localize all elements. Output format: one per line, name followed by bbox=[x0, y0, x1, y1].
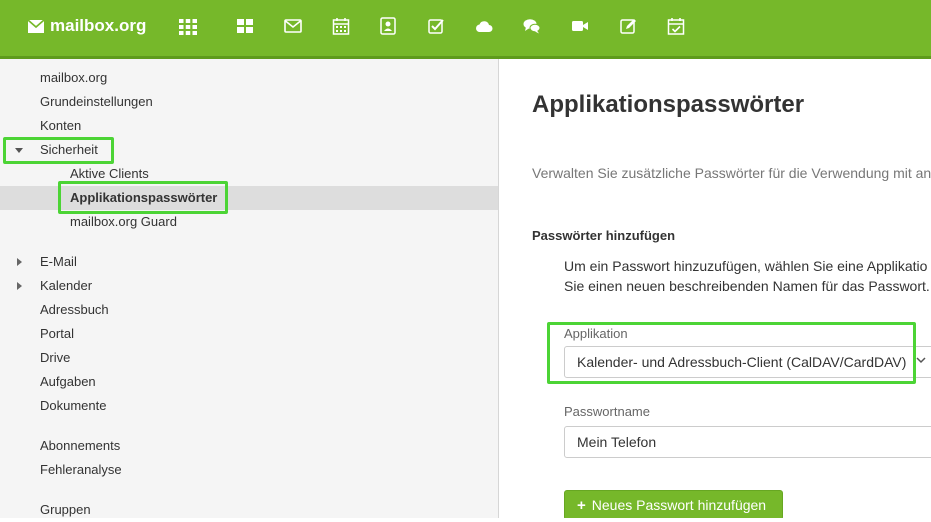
sidebar-item-guard[interactable]: mailbox.org Guard bbox=[70, 210, 177, 234]
cloud-icon[interactable] bbox=[473, 15, 495, 37]
chat-icon[interactable] bbox=[521, 15, 543, 37]
sidebar-item-drive[interactable]: Drive bbox=[40, 346, 70, 370]
brand-name: mailbox.org bbox=[50, 16, 147, 35]
tasks-icon[interactable] bbox=[425, 15, 447, 37]
sidebar-item-kalender[interactable]: Kalender bbox=[40, 274, 92, 298]
password-name-label: Passwortname bbox=[564, 404, 650, 419]
sidebar-item-konten[interactable]: Konten bbox=[40, 114, 81, 138]
video-icon[interactable] bbox=[569, 15, 591, 37]
sidebar-item-fehleranalyse[interactable]: Fehleranalyse bbox=[40, 458, 122, 482]
settings-content: Applikationspasswörter Verwalten Sie zus… bbox=[502, 59, 931, 518]
chevron-down-icon[interactable] bbox=[916, 356, 926, 364]
help-text-line-2: Sie einen neuen beschreibenden Namen für… bbox=[564, 278, 930, 294]
sidebar-item-email[interactable]: E-Mail bbox=[40, 250, 77, 274]
help-text: Um ein Passwort hinzuzufügen, wählen Sie… bbox=[564, 256, 930, 296]
apps-grid-icon[interactable] bbox=[178, 17, 198, 37]
sidebar-item-dokumente[interactable]: Dokumente bbox=[40, 394, 106, 418]
highlight-box-application bbox=[547, 322, 916, 384]
sidebar-item-abonnements[interactable]: Abonnements bbox=[40, 434, 120, 458]
sidebar-item-portal[interactable]: Portal bbox=[40, 322, 74, 346]
password-name-input[interactable]: Mein Telefon bbox=[564, 426, 931, 458]
edit-icon[interactable] bbox=[617, 15, 639, 37]
brand-logo[interactable]: mailbox.org bbox=[28, 14, 146, 38]
page-description: Verwalten Sie zusätzliche Passwörter für… bbox=[532, 165, 931, 181]
sidebar-item-grundeinstellungen[interactable]: Grundeinstellungen bbox=[40, 90, 153, 114]
sidebar-item-adressbuch[interactable]: Adressbuch bbox=[40, 298, 109, 322]
calendar-icon[interactable] bbox=[330, 15, 352, 37]
sidebar-item-aufgaben[interactable]: Aufgaben bbox=[40, 370, 96, 394]
dashboard-icon[interactable] bbox=[234, 15, 256, 37]
envelope-icon bbox=[28, 19, 44, 33]
section-title: Passwörter hinzufügen bbox=[532, 228, 676, 243]
caret-right-icon[interactable] bbox=[17, 258, 22, 266]
page-title: Applikationspasswörter bbox=[532, 91, 805, 118]
help-text-line-1: Um ein Passwort hinzuzufügen, wählen Sie… bbox=[564, 258, 928, 274]
contacts-icon[interactable] bbox=[377, 15, 399, 37]
sidebar-item-gruppen[interactable]: Gruppen bbox=[40, 498, 91, 522]
add-password-button-label: Neues Passwort hinzufügen bbox=[591, 497, 767, 513]
sidebar-item-mailbox-org[interactable]: mailbox.org bbox=[40, 66, 107, 90]
add-password-button[interactable]: + Neues Passwort hinzufügen bbox=[564, 490, 783, 518]
highlight-box-sicherheit bbox=[3, 137, 114, 164]
calendar-check-icon[interactable] bbox=[665, 15, 687, 37]
caret-right-icon[interactable] bbox=[17, 282, 22, 290]
settings-sidebar: mailbox.org Grundeinstellungen Konten Si… bbox=[0, 59, 499, 518]
mail-icon[interactable] bbox=[282, 15, 304, 37]
plus-icon: + bbox=[577, 497, 586, 514]
top-navigation-bar: mailbox.org bbox=[0, 0, 931, 59]
